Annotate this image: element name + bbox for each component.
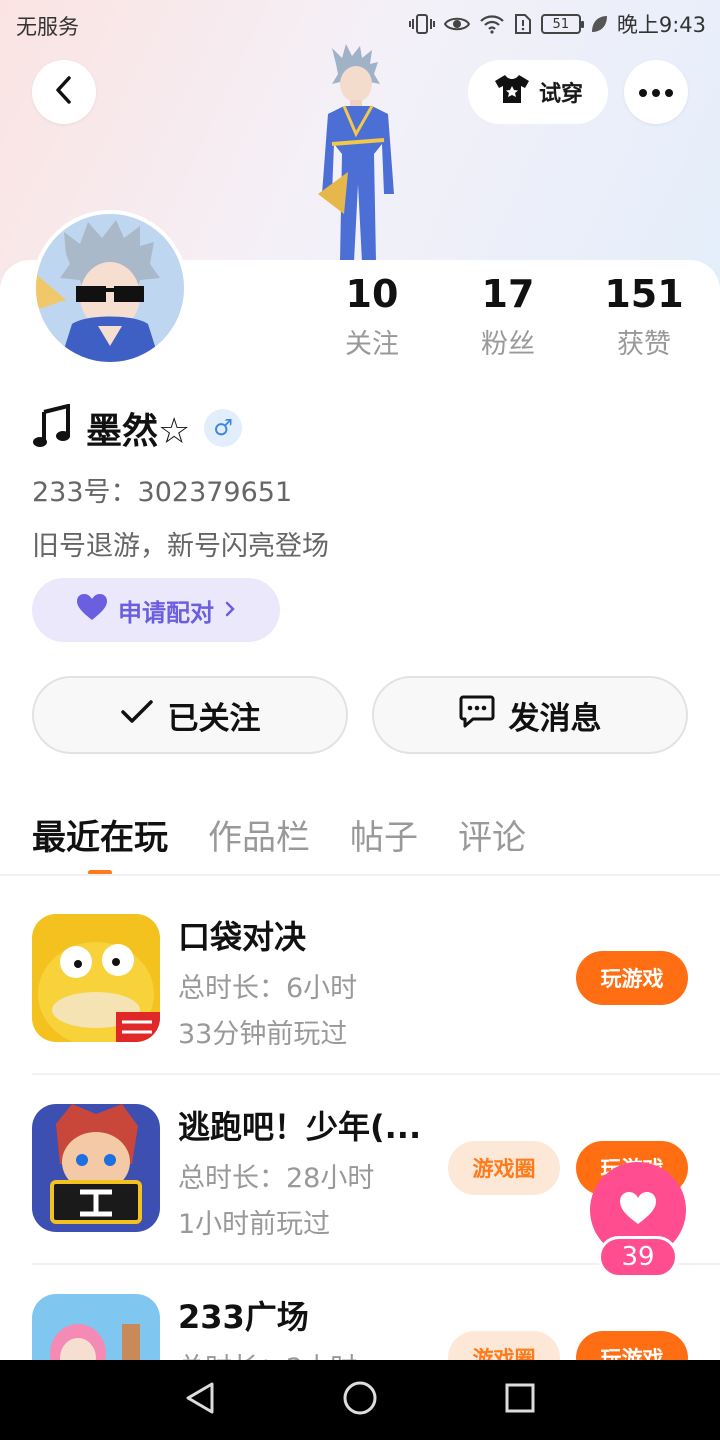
likes-count: 151 (604, 272, 684, 316)
tab-works[interactable]: 作品栏 (208, 810, 310, 859)
try-on-label: 试穿 (538, 82, 583, 107)
followed-button[interactable]: 已关注 (32, 676, 348, 754)
music-note-icon (32, 403, 72, 452)
game-title: 口袋对决 (178, 918, 307, 956)
avatar-character-figure (288, 44, 428, 262)
user-name: 墨然☆ (86, 411, 191, 452)
square-recents-icon (504, 1382, 536, 1418)
heart-icon (618, 1190, 658, 1230)
send-message-label: 发消息 (508, 700, 602, 737)
profile-tabs: 最近在玩 作品栏 帖子 评论 (32, 810, 526, 875)
chat-bubble-icon (459, 694, 495, 736)
system-navigation-bar (0, 1360, 720, 1440)
tab-divider (0, 874, 720, 876)
avatar[interactable] (32, 210, 188, 366)
followed-label: 已关注 (167, 700, 261, 737)
fans-label: 粉丝 (481, 329, 535, 360)
male-gender-icon: ♂ (204, 409, 243, 447)
checkmark-icon (120, 697, 154, 733)
like-count-badge: 39 (598, 1236, 678, 1278)
game-playtime: 总时长：6小时 (178, 973, 358, 1004)
name-row: 墨然☆ ♂ (32, 402, 243, 454)
following-count: 10 (345, 272, 399, 316)
user-bio: 旧号退游，新号闪亮登场 (32, 531, 329, 562)
chevron-left-icon (53, 75, 75, 109)
battery-indicator: 51 (540, 14, 584, 34)
tab-comments[interactable]: 评论 (458, 810, 526, 859)
request-pairing-button[interactable]: 申请配对 (32, 578, 280, 642)
more-dots-icon (638, 83, 674, 102)
game-last-played: 33分钟前玩过 (178, 1019, 348, 1050)
request-pairing-label: 申请配对 (118, 598, 214, 627)
stat-likes[interactable]: 151 获赞 (584, 270, 704, 361)
tab-posts[interactable]: 帖子 (350, 810, 418, 859)
vibrate-icon (408, 13, 435, 35)
eye-icon (443, 14, 470, 34)
stat-following[interactable]: 10 关注 (312, 270, 432, 361)
tab-recently-played[interactable]: 最近在玩 (32, 810, 168, 875)
chevron-right-icon (224, 596, 236, 624)
carrier-text: 无服务 (16, 15, 79, 39)
stat-fans[interactable]: 17 粉丝 (448, 270, 568, 361)
leaf-icon (590, 14, 608, 34)
game-circle-button[interactable]: 游戏圈 (448, 1141, 560, 1195)
game-icon-pocket-duel[interactable] (32, 914, 160, 1042)
likes-label: 获赞 (617, 329, 671, 360)
send-message-button[interactable]: 发消息 (372, 676, 688, 754)
play-game-button[interactable]: 玩游戏 (576, 951, 688, 1005)
clock-text: 晚上9:43 (616, 13, 706, 37)
more-options-button[interactable] (624, 60, 688, 124)
circle-home-icon (342, 1380, 378, 1420)
user-id[interactable]: 233号：302379651 (32, 470, 292, 509)
row-divider (32, 1073, 720, 1075)
heart-icon (76, 593, 108, 627)
tshirt-icon (493, 73, 531, 111)
game-list-item[interactable]: 口袋对决 总时长：6小时 33分钟前玩过 玩游戏 (0, 914, 720, 1104)
wifi-icon (479, 14, 505, 34)
following-label: 关注 (345, 329, 399, 360)
game-title: 233广场 (178, 1298, 309, 1336)
try-on-button[interactable]: 试穿 (468, 60, 608, 124)
game-last-played: 1小时前玩过 (178, 1209, 331, 1240)
game-title: 逃跑吧！少年(... (178, 1108, 422, 1146)
game-icon-escape-boy[interactable] (32, 1104, 160, 1232)
back-button[interactable] (32, 60, 96, 124)
game-playtime: 总时长：28小时 (178, 1163, 375, 1194)
nav-back-button[interactable] (178, 1378, 222, 1422)
nav-recents-button[interactable] (498, 1378, 542, 1422)
nav-home-button[interactable] (338, 1378, 382, 1422)
triangle-back-icon (184, 1381, 216, 1419)
sim-alert-icon (514, 13, 532, 35)
fans-count: 17 (481, 272, 535, 316)
